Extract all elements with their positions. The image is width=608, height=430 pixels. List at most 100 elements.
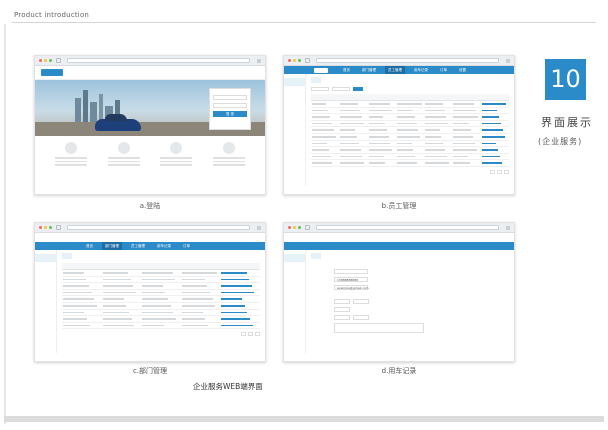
feature-item [156,142,196,168]
table-row[interactable] [311,126,509,134]
table-cell [339,153,368,161]
table-row[interactable] [311,113,509,121]
nav-item[interactable]: 首页 [83,242,96,250]
table-cell [367,100,396,108]
page-button[interactable] [255,332,260,337]
table-row[interactable] [311,153,509,161]
page-button[interactable] [490,169,495,174]
table-cell [339,140,368,148]
table-row[interactable] [311,140,509,148]
nav-item[interactable]: 设置 [456,66,469,74]
table-row[interactable] [62,269,260,277]
sidebar-item[interactable] [35,254,56,262]
table-row[interactable] [311,107,509,115]
table-cell [424,100,453,108]
app-body: 13888888888 example@gmail.com [284,250,514,353]
table-row[interactable] [311,133,509,141]
page-button[interactable] [241,332,246,337]
table-cell [101,302,142,310]
nav-item-active[interactable]: 部门管理 [102,242,122,250]
feature-item [51,142,91,168]
table-row[interactable] [62,322,260,330]
table-cell [311,120,340,128]
table-cell [424,120,453,128]
sidebar-item[interactable] [284,254,305,262]
sidebar [35,250,57,353]
caption-departments: c.部门管理 [132,367,168,375]
hero-banner: 登 录 [35,80,265,136]
sidebar-item[interactable] [284,262,305,270]
login-header [35,66,265,80]
page-button[interactable] [504,169,509,174]
sidebar-item[interactable] [35,262,56,270]
table-row[interactable] [311,120,509,128]
select-field[interactable] [334,307,350,312]
address-bar [67,225,250,230]
app-body [35,250,265,353]
table-row[interactable] [62,302,260,310]
table-cell [180,315,221,323]
table-cell [452,153,481,161]
filter-input[interactable] [311,87,329,91]
password-input[interactable] [213,103,247,108]
sidebar-item[interactable] [284,78,305,86]
table-row[interactable] [311,159,509,167]
username-input[interactable] [213,95,247,100]
close-dot-icon [39,59,42,62]
table-cell [480,146,509,154]
select-field[interactable] [334,299,350,304]
login-card: 登 录 [209,88,251,130]
nav-item[interactable]: 员工管理 [128,242,148,250]
panel-tab[interactable] [311,253,321,259]
address-bar [316,58,499,63]
search-button[interactable] [353,87,363,91]
table-cell [395,126,425,134]
email-field[interactable]: example@gmail.com [334,285,369,290]
nav-item[interactable]: 部门管理 [359,66,379,74]
page-button[interactable] [248,332,253,337]
table-row[interactable] [62,289,260,297]
name-field[interactable] [334,269,368,274]
panel-tab[interactable] [311,77,321,83]
table-row[interactable] [62,315,260,323]
nav-item[interactable]: 首页 [340,66,353,74]
panel-tab[interactable] [62,253,72,259]
table-cell [101,289,142,297]
table-cell [367,140,396,148]
table-cell [220,315,260,323]
nav-item[interactable]: 订单 [180,242,193,250]
sidebar-item[interactable] [284,86,305,94]
notes-textarea[interactable] [334,323,424,333]
page-button[interactable] [497,169,502,174]
feature-icon [222,142,235,154]
feature-item [209,142,249,168]
login-button[interactable]: 登 录 [213,111,247,117]
nav-item-active[interactable]: 员工管理 [385,66,405,74]
table-cell [395,107,425,115]
table-row[interactable] [62,295,260,303]
filter-input[interactable] [332,87,350,91]
nav-item[interactable]: 用车记录 [154,242,174,250]
table-cell [367,126,396,134]
table-cell [424,126,453,134]
nav-item[interactable]: 订单 [437,66,450,74]
nav-item[interactable]: 用车记录 [411,66,431,74]
table-cell [367,146,396,154]
browser-toolbar [284,223,514,233]
table-cell [141,269,181,277]
table-row[interactable] [62,282,260,290]
table-cell [141,322,181,330]
table-cell [141,315,181,323]
table-row[interactable] [311,100,509,108]
table-cell [62,269,102,277]
feature-icon [65,142,78,154]
table-row[interactable] [311,146,509,154]
table-row[interactable] [62,276,260,284]
table-cell [367,159,396,167]
phone-field[interactable]: 13888888888 [334,277,368,282]
select-field[interactable] [353,315,369,320]
form-section-title [311,293,509,297]
select-field[interactable] [353,299,369,304]
select-field[interactable] [334,315,350,320]
table-row[interactable] [62,309,260,317]
